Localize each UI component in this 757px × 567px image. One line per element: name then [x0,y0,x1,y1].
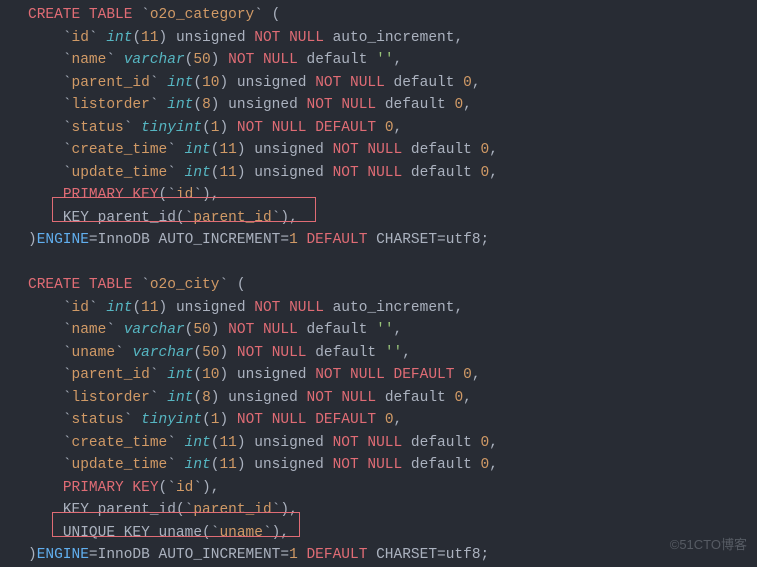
unique-key-kw: UNIQUE KEY [63,525,150,541]
primary-key: PRIMARY KEY [63,187,159,203]
col-parent: parent_id [72,75,150,91]
watermark: ©51CTO博客 [670,534,747,557]
table-kw: TABLE [89,7,133,23]
col-id: id [72,30,89,46]
engine-kw: ENGINE [37,232,89,248]
create-kw: CREATE [28,7,80,23]
col-name: name [72,52,107,68]
col-ctime: create_time [72,142,168,158]
code-block: CREATE TABLE `o2o_category` ( `id` int(1… [0,0,757,567]
table1-name: o2o_category [150,7,254,23]
key-kw: KEY [63,210,89,226]
col-status: status [72,120,124,136]
col-uname: uname [72,345,116,361]
table2-name: o2o_city [150,277,220,293]
col-utime: update_time [72,165,168,181]
col-listorder: listorder [72,97,150,113]
